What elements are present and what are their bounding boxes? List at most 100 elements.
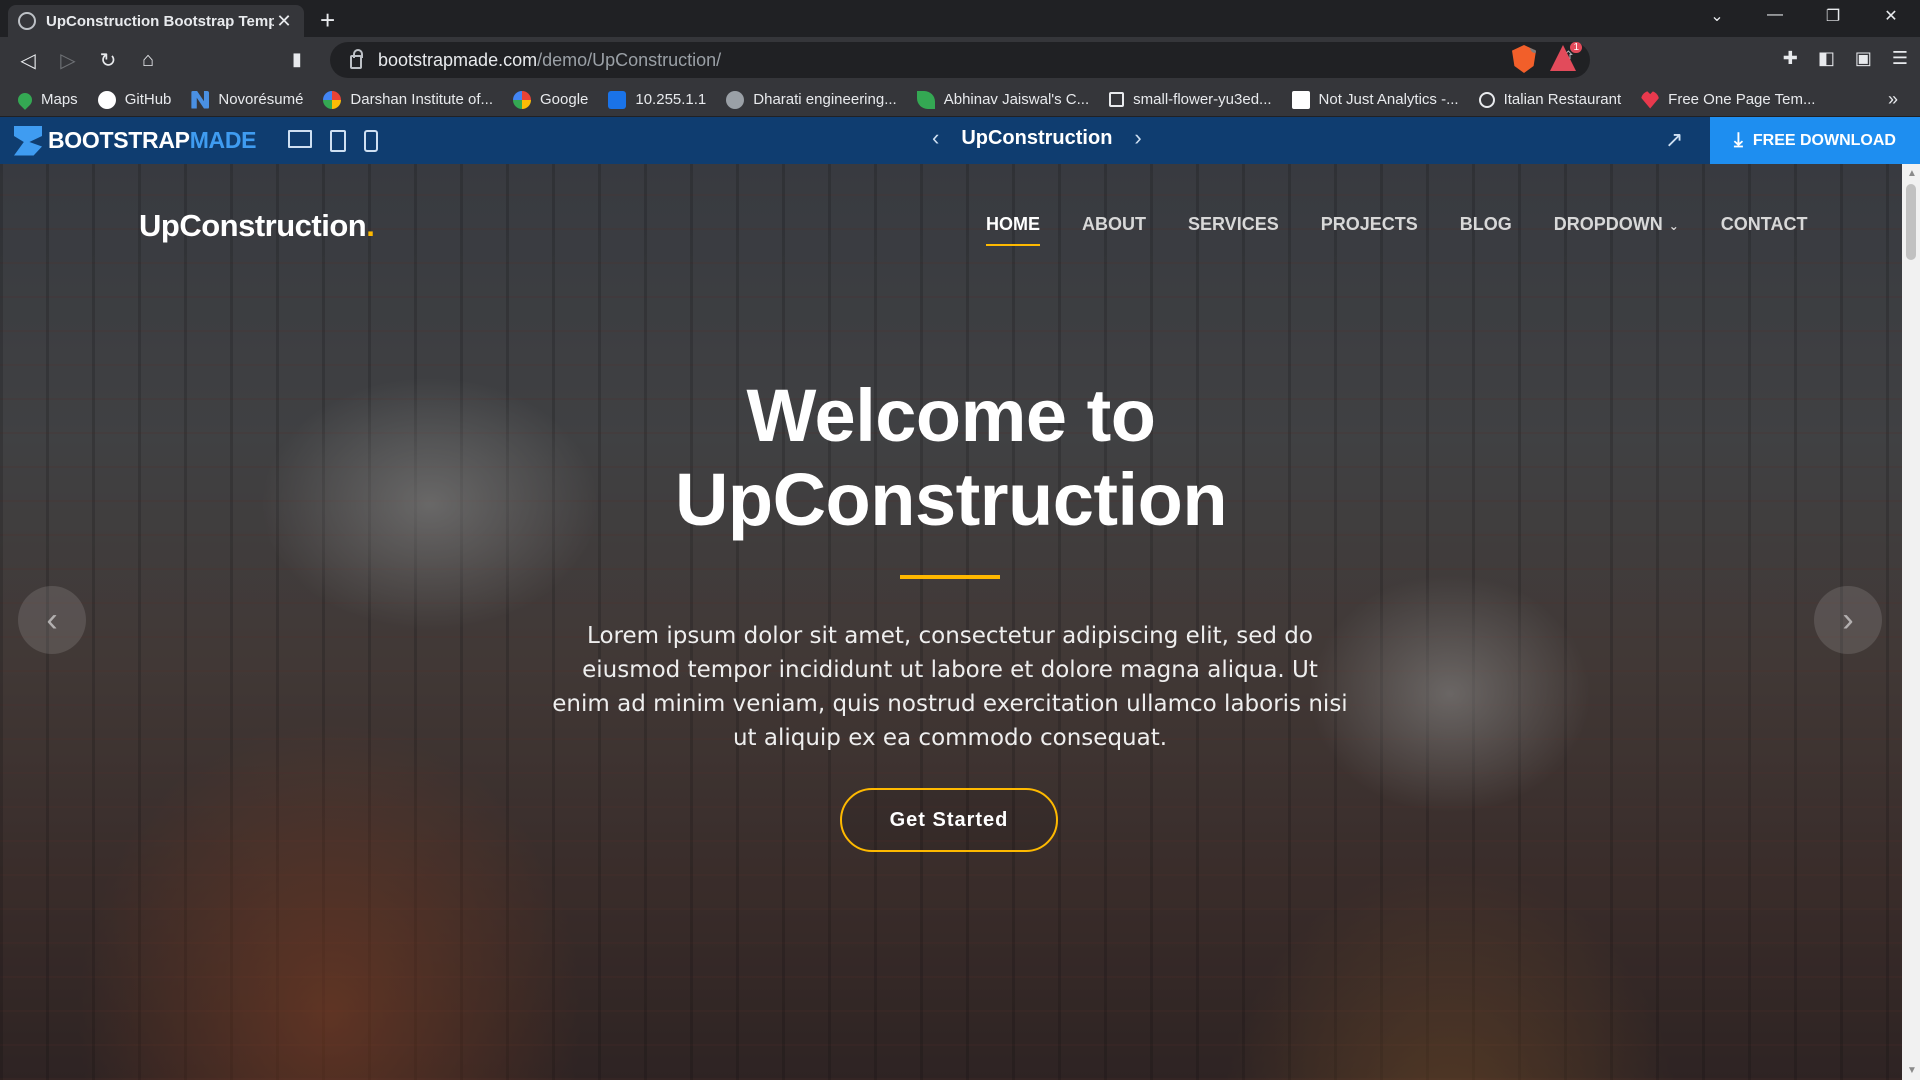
heart-icon [1641, 90, 1660, 109]
bookmarks-bar: Maps GitHub Novorésumé Darshan Institute… [0, 83, 1920, 117]
nav-services[interactable]: SERVICES [1188, 214, 1279, 235]
bookmark-free-one-page[interactable]: Free One Page Tem... [1641, 90, 1816, 109]
nav-projects[interactable]: PROJECTS [1321, 214, 1418, 235]
brave-rewards-wrap[interactable]: 1 [1550, 42, 1582, 73]
carousel-next-icon[interactable]: › [1814, 586, 1882, 654]
leaf-icon [916, 90, 935, 109]
bookmark-maps[interactable]: Maps [15, 89, 78, 110]
bookmark-italian[interactable]: Italian Restaurant [1478, 91, 1622, 108]
scroll-down-icon[interactable]: ▼ [1907, 1065, 1917, 1076]
nav-dropdown[interactable]: DROPDOWN ⌄ [1554, 214, 1679, 235]
bookmark-novoresume[interactable]: Novorésumé [191, 90, 303, 109]
address-bar[interactable]: bootstrapmade.com/demo/UpConstruction/ ⇪ [330, 42, 1590, 78]
bootstrapmade-logo[interactable]: BOOTSTRAP MADE [14, 125, 257, 156]
hero-divider [900, 575, 1000, 579]
tab-favicon-icon [18, 12, 36, 30]
bookmark-label: Google [540, 91, 589, 108]
wallet-icon[interactable]: ▣ [1855, 48, 1872, 69]
back-icon[interactable]: ◁ [8, 48, 48, 73]
bookmark-github[interactable]: GitHub [97, 90, 172, 109]
google-icon [513, 90, 531, 109]
nav-blog[interactable]: BLOG [1460, 214, 1512, 235]
close-window-button[interactable]: ✕ [1862, 6, 1920, 26]
site-logo-dot: . [366, 208, 375, 243]
maps-icon [15, 89, 35, 110]
bookmark-label: Free One Page Tem... [1668, 91, 1816, 108]
bookmark-darshan[interactable]: Darshan Institute of... [323, 90, 493, 109]
scroll-up-icon[interactable]: ▲ [1907, 168, 1917, 179]
forward-icon[interactable]: ▷ [48, 48, 88, 73]
nav-dropdown-label: DROPDOWN [1553, 214, 1663, 234]
browser-right-tools: ✚ ◧ ▣ ☰ [1783, 48, 1908, 69]
external-link-icon[interactable]: ↗ [1665, 127, 1683, 153]
browser-tab-strip: UpConstruction Bootstrap Templa ✕ + ⌄ — … [0, 0, 1920, 37]
site-logo-text: UpConstruction [139, 208, 367, 243]
lock-icon [350, 49, 363, 69]
minimize-button[interactable]: — [1746, 6, 1804, 26]
browser-tab[interactable]: UpConstruction Bootstrap Templa ✕ [8, 5, 304, 37]
url-path: /demo/UpConstruction/ [537, 49, 722, 70]
page-icon [1109, 92, 1125, 107]
brave-icons: 1 1 [1512, 42, 1582, 73]
logo-text-part1: BOOTSTRAP [48, 127, 190, 153]
hero-section: UpConstruction. HOME ABOUT SERVICES PROJ… [0, 164, 1902, 1080]
site-logo[interactable]: UpConstruction. [139, 208, 375, 244]
reload-icon[interactable]: ↻ [88, 48, 128, 73]
bootstrapmade-bar: BOOTSTRAP MADE ‹ UpConstruction › ↗ ⤓ FRE… [0, 117, 1920, 164]
page-scrollbar[interactable]: ▲ ▼ [1902, 164, 1920, 1080]
url-host: bootstrapmade.com [378, 49, 538, 70]
bookmark-nja[interactable]: Not Just Analytics -... [1291, 90, 1459, 109]
free-download-button[interactable]: ⤓ FREE DOWNLOAD [1710, 117, 1920, 164]
brave-rewards-badge: 1 [1570, 42, 1582, 53]
bookmark-abhinav[interactable]: Abhinav Jaiswal's C... [916, 90, 1090, 109]
nav-about[interactable]: ABOUT [1082, 214, 1146, 235]
bookmark-icon[interactable]: ▮ [292, 49, 302, 70]
bookmark-dharati[interactable]: Dharati engineering... [726, 90, 897, 109]
bookmark-label: small-flower-yu3ed... [1133, 91, 1272, 108]
template-switcher: ‹ UpConstruction › [910, 125, 1164, 151]
bookmarks-more-button[interactable]: » [1888, 89, 1898, 110]
tablet-icon[interactable] [330, 129, 347, 152]
s-icon [608, 90, 627, 109]
extensions-icon[interactable]: ✚ [1783, 48, 1798, 69]
scrollbar-thumb[interactable] [1906, 184, 1916, 260]
tab-search-icon[interactable]: ⌄ [1688, 6, 1746, 26]
bookmark-label: Not Just Analytics -... [1318, 91, 1459, 108]
tab-close-icon[interactable]: ✕ [274, 11, 294, 32]
bootstrapmade-logo-icon [14, 125, 42, 156]
get-started-button[interactable]: Get Started [840, 788, 1058, 852]
nav-contact[interactable]: CONTACT [1721, 214, 1808, 235]
hero-title-line2: UpConstruction [674, 458, 1228, 541]
github-icon [97, 90, 116, 109]
nja-icon [1291, 90, 1310, 109]
bookmark-label: Dharati engineering... [753, 91, 897, 108]
bookmark-label: GitHub [124, 91, 172, 108]
tab-title: UpConstruction Bootstrap Templa [46, 12, 274, 30]
sidebar-icon[interactable]: ◧ [1818, 48, 1835, 69]
nav-home[interactable]: HOME [986, 214, 1040, 246]
hero-description: Lorem ipsum dolor sit amet, consectetur … [552, 623, 1348, 751]
desktop-icon[interactable] [288, 129, 313, 148]
download-icon: ⤓ [1734, 129, 1743, 151]
bookmark-google[interactable]: Google [513, 90, 589, 109]
bookmark-small-flower[interactable]: small-flower-yu3ed... [1109, 91, 1272, 108]
menu-icon[interactable]: ☰ [1892, 48, 1908, 69]
chevron-down-icon: ⌄ [1668, 219, 1679, 233]
bookmark-label: Abhinav Jaiswal's C... [943, 91, 1090, 108]
bookmark-label: 10.255.1.1 [635, 91, 707, 108]
new-tab-button[interactable]: + [320, 7, 335, 33]
bookmark-label: Italian Restaurant [1503, 91, 1622, 108]
brave-shields-icon[interactable]: 1 [1512, 45, 1536, 73]
bookmark-ip[interactable]: 10.255.1.1 [608, 90, 707, 109]
restore-button[interactable]: ❐ [1804, 6, 1862, 26]
home-icon[interactable]: ⌂ [128, 49, 168, 72]
prev-template-icon[interactable]: ‹ [932, 125, 939, 151]
hero-title-line1: Welcome to [746, 374, 1156, 457]
site-nav: HOME ABOUT SERVICES PROJECTS BLOG DROPDO… [986, 214, 1849, 246]
logo-text-part2: MADE [189, 127, 257, 153]
page-viewport: UpConstruction. HOME ABOUT SERVICES PROJ… [0, 164, 1902, 1080]
mobile-icon[interactable] [364, 129, 379, 152]
google-icon [323, 90, 342, 109]
carousel-prev-icon[interactable]: ‹ [18, 586, 86, 654]
next-template-icon[interactable]: › [1134, 125, 1141, 151]
